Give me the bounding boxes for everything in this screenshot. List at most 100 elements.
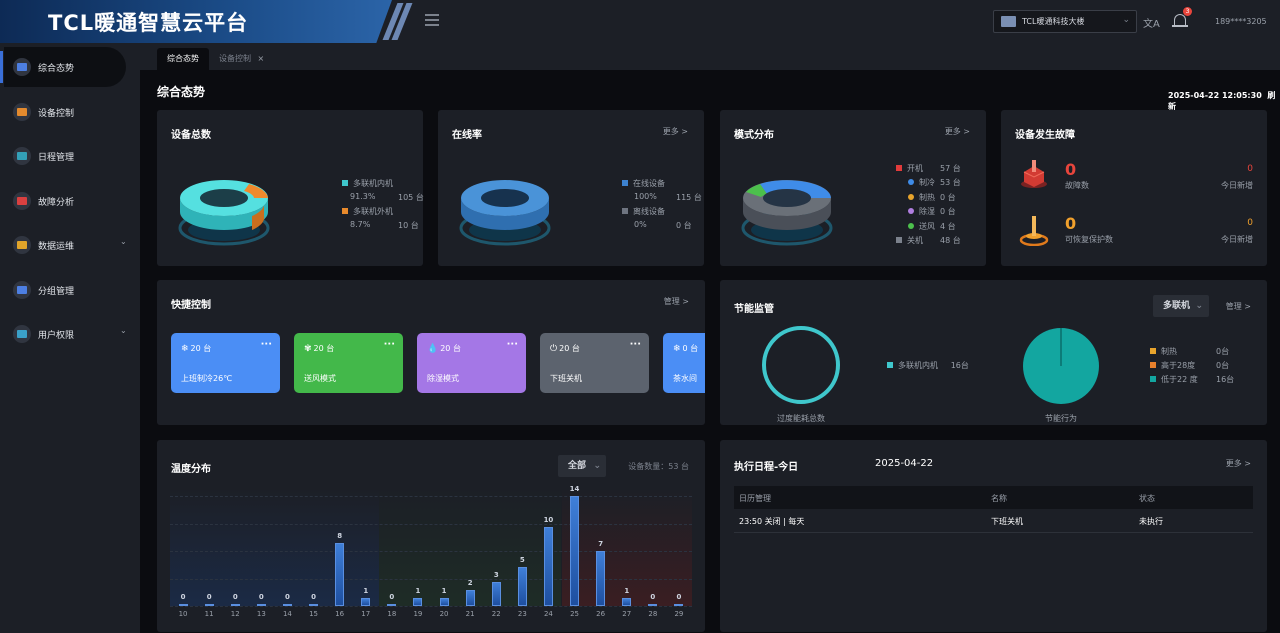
card-title: 设备发生故障 <box>1015 130 1075 141</box>
menu-toggle-icon[interactable] <box>425 14 439 26</box>
bar-value-label: 0 <box>389 593 395 601</box>
bar[interactable] <box>465 590 475 606</box>
grid-line <box>170 578 692 580</box>
protection-icon <box>1019 216 1049 246</box>
sidebar-item[interactable]: 数据运维 ⌄ <box>4 225 127 265</box>
legend-swatch <box>908 208 914 215</box>
excess-energy-ring <box>762 326 840 404</box>
online-rate-card: 在线率 更多 > 在线设备 100% 115 台离线设备 0% 0 台 <box>438 110 704 266</box>
mode-distribution-donut <box>741 180 833 246</box>
quick-control-item[interactable]: ❄ 20 台 ··· 上班制冷26℃ <box>171 333 280 393</box>
device-fault-card: 设备发生故障 0 故障数 0 今日新增 0 可恢复保护数 0 今日新增 <box>1001 110 1267 266</box>
bar-value-label: 0 <box>311 593 316 601</box>
bar-value-label: 0 <box>206 593 212 601</box>
tab-device-control[interactable]: 设备控制 × <box>209 48 274 70</box>
bar[interactable] <box>335 543 345 606</box>
bar[interactable] <box>230 604 240 606</box>
more-options-icon[interactable]: ··· <box>507 339 518 350</box>
chevron-down-icon: ⌄ <box>1195 301 1203 311</box>
chevron-down-icon: ⌄ <box>120 326 127 335</box>
bar[interactable] <box>596 551 606 606</box>
bar[interactable] <box>361 598 371 606</box>
temperature-distribution-card: 温度分布 全部 ⌄ 设备数量：53 台 0 10 0 11 0 12 0 13 0 14 0 15 8 16… <box>157 440 705 632</box>
power-icon: ⏻ <box>550 344 558 354</box>
legend-item: 制热 0 台 <box>908 192 956 203</box>
legend-item: 离线设备 <box>622 206 665 217</box>
bar-value-label: 0 <box>180 593 186 601</box>
fault-icon <box>13 191 31 210</box>
bar[interactable] <box>570 496 580 606</box>
legend-item: 送风 4 台 <box>908 221 956 232</box>
app-title: TCL暖通智慧云平台 <box>48 11 249 35</box>
bar[interactable] <box>622 598 632 606</box>
bar[interactable] <box>387 604 397 606</box>
bar[interactable] <box>517 566 527 606</box>
more-options-icon[interactable]: ··· <box>384 339 395 350</box>
legend-item: 制热 0台 <box>1150 346 1229 357</box>
bar-value-label: 1 <box>624 587 630 596</box>
bar-value-label: 1 <box>415 587 421 596</box>
legend-swatch <box>342 208 348 214</box>
bar[interactable] <box>491 582 501 606</box>
users-icon <box>13 325 31 343</box>
quick-control-item[interactable]: ⏻ 20 台 ··· 下班关机 <box>540 333 649 393</box>
current-datetime: 2025-04-22 12:05:30 <box>1168 91 1262 100</box>
close-icon[interactable]: × <box>258 54 265 63</box>
sidebar-item[interactable]: 用户权限 ⌄ <box>4 314 127 354</box>
manage-link[interactable]: 管理 > <box>664 296 689 307</box>
temperature-zone <box>170 488 379 606</box>
quick-control-item[interactable]: 💧 20 台 ··· 除湿模式 <box>417 333 526 393</box>
bar[interactable] <box>674 604 684 606</box>
more-options-icon[interactable]: ··· <box>630 339 641 350</box>
snowflake-icon: ❄ <box>181 344 189 354</box>
legend-swatch <box>1150 362 1156 368</box>
card-title: 模式分布 <box>734 130 774 141</box>
bar[interactable] <box>309 604 319 606</box>
x-tick-label: 29 <box>674 610 684 618</box>
more-link[interactable]: 更多 > <box>945 126 970 137</box>
user-account[interactable]: 189****3205 <box>1215 17 1267 26</box>
legend-swatch <box>1150 376 1156 382</box>
table-row[interactable]: 23:50 关闭 | 每天 下班关机 未执行 <box>734 509 1253 533</box>
bar[interactable] <box>543 527 553 606</box>
app-logo[interactable]: TCL暖通智慧云平台 <box>0 0 392 43</box>
quick-control-item[interactable]: ✾ 20 台 ··· 送风模式 <box>294 333 403 393</box>
more-link[interactable]: 更多 > <box>663 126 688 137</box>
sidebar-item-label: 数据运维 <box>38 242 75 252</box>
bar-value-label: 0 <box>650 593 656 601</box>
bar[interactable] <box>439 598 449 606</box>
energy-type-select[interactable]: 多联机 ⌄ <box>1153 295 1209 317</box>
legend-swatch <box>622 208 628 214</box>
excess-energy-label: 过度能耗总数 <box>777 414 825 423</box>
sidebar-item[interactable]: 日程管理 <box>4 136 126 176</box>
translate-icon[interactable]: 文A <box>1143 15 1160 30</box>
tab-dashboard[interactable]: 综合态势 <box>157 48 209 70</box>
more-link[interactable]: 更多 > <box>1226 458 1251 469</box>
quick-control-label: 送风模式 <box>304 374 336 383</box>
bar[interactable] <box>178 604 188 606</box>
manage-link[interactable]: 管理 > <box>1226 301 1251 312</box>
temperature-filter-select[interactable]: 全部 ⌄ <box>558 455 606 477</box>
energy-monitor-card: 节能监管 多联机 ⌄ 管理 > 过度能耗总数 多联机内机 16台 节能行为 制热 0… <box>720 280 1267 425</box>
bar[interactable] <box>256 604 266 606</box>
sidebar-item[interactable]: 分组管理 <box>4 270 126 310</box>
quick-control-item[interactable]: ❄ 0 台茶水间 <box>663 333 705 393</box>
bell-icon[interactable]: 3 <box>1172 7 1192 30</box>
legend-swatch <box>342 180 348 186</box>
sidebar-item[interactable]: 综合态势 <box>0 47 126 87</box>
bar-value-label: 3 <box>493 571 499 580</box>
legend-swatch <box>908 222 914 229</box>
bar[interactable] <box>413 598 423 606</box>
quick-control-label: 茶水间 <box>673 374 697 383</box>
grid-line <box>170 606 692 607</box>
building-select[interactable]: TCL暖通科技大楼 ⌄ <box>993 10 1137 33</box>
x-tick-label: 17 <box>361 610 371 618</box>
legend-swatch <box>908 193 914 200</box>
more-options-icon[interactable]: ··· <box>261 339 272 350</box>
sidebar-item[interactable]: 设备控制 <box>4 92 126 132</box>
bar[interactable] <box>282 604 292 606</box>
bar[interactable] <box>648 604 658 606</box>
bar[interactable] <box>204 604 214 606</box>
sidebar-item[interactable]: 故障分析 <box>4 181 126 221</box>
protection-count: 0 <box>1065 214 1077 233</box>
